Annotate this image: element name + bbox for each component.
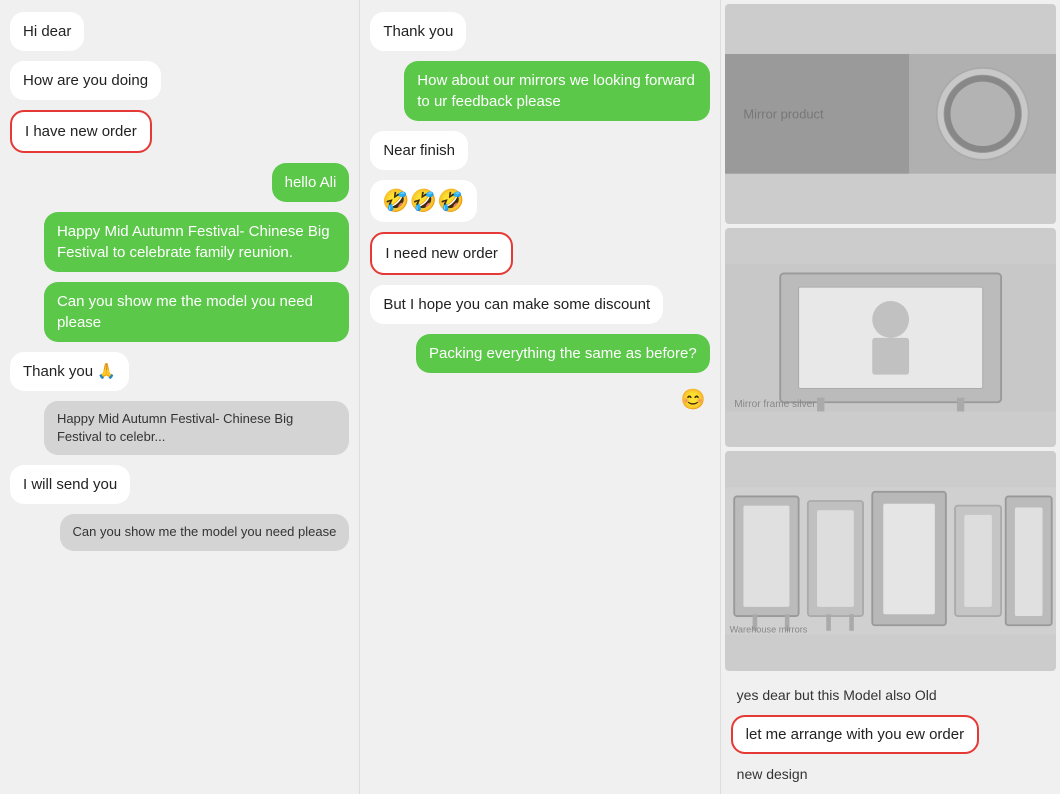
bubble-thank-you: Thank you [370,12,466,51]
text-new-design: new design [731,762,814,786]
msg-emoji-bottom: 😊 [370,383,709,416]
msg-let-me-arrange: let me arrange with you ew order [731,715,1050,754]
bubble-near-finish: Near finish [370,131,468,170]
msg-i-need-new-order: I need new order [370,232,709,275]
bubble-i-will-send: I will send you [10,465,130,504]
msg-how-about-mirrors: How about our mirrors we looking forward… [370,61,709,121]
svg-text:Mirror frame silver: Mirror frame silver [734,399,816,410]
emoji-smile-icon: 😊 [677,383,710,416]
chat-column-2: Thank you How about our mirrors we looki… [360,0,720,794]
bubble-happy-festival: Happy Mid Autumn Festival- Chinese Big F… [44,212,349,272]
bubble-thank-you-pray: Thank you 🙏 [10,352,129,391]
chat-column-1: Hi dear How are you doing I have new ord… [0,0,360,794]
bubble-hello-ali: hello Ali [272,163,350,202]
svg-text:Mirror product: Mirror product [743,106,824,121]
bubble-can-you-show: Can you show me the model you need pleas… [44,282,349,342]
bubble-i-have-new-order: I have new order [10,110,152,153]
bubble-but-hope-discount: But I hope you can make some discount [370,285,663,324]
bubble-i-need-new-order: I need new order [370,232,513,275]
bubble-happy-festival-preview: Happy Mid Autumn Festival- Chinese Big F… [44,401,349,455]
msg-new-design: new design [731,762,1050,786]
chat-column-3: Mirror product Mirror frame silver [721,0,1060,794]
msg-near-finish: Near finish [370,131,709,170]
msg-thank-you-pray: Thank you 🙏 [10,352,349,391]
text-yes-dear-old: yes dear but this Model also Old [731,683,943,707]
msg-packing-same: Packing everything the same as before? [370,334,709,373]
msg-emoji-row: 🤣🤣🤣 [370,180,709,222]
msg-hello-ali: hello Ali [10,163,349,202]
image-section: Mirror product Mirror frame silver [721,0,1060,675]
msg-i-have-new-order: I have new order [10,110,349,153]
bubble-how-are-you: How are you doing [10,61,161,100]
msg-but-hope-discount: But I hope you can make some discount [370,285,709,324]
bubble-let-me-arrange: let me arrange with you ew order [731,715,979,754]
msg-thank-you: Thank you [370,12,709,51]
col3-messages: yes dear but this Model also Old let me … [721,675,1060,794]
mirror-image-3: Warehouse mirrors [725,451,1056,671]
msg-can-you-show-preview: Can you show me the model you need pleas… [10,514,349,550]
bubble-hi-dear: Hi dear [10,12,84,51]
bubble-packing-same: Packing everything the same as before? [416,334,710,373]
mirror-image-2: Mirror frame silver [725,228,1056,448]
msg-i-will-send: I will send you [10,465,349,504]
bubble-can-you-show-preview: Can you show me the model you need pleas… [60,514,350,550]
msg-yes-dear-old: yes dear but this Model also Old [731,683,1050,707]
msg-can-you-show: Can you show me the model you need pleas… [10,282,349,342]
msg-hi-dear: Hi dear [10,12,349,51]
msg-happy-festival-preview: Happy Mid Autumn Festival- Chinese Big F… [10,401,349,455]
msg-happy-festival: Happy Mid Autumn Festival- Chinese Big F… [10,212,349,272]
bubble-how-about-mirrors: How about our mirrors we looking forward… [404,61,709,121]
svg-text:Warehouse mirrors: Warehouse mirrors [729,625,807,635]
mirror-image-1: Mirror product [725,4,1056,224]
emoji-laughing: 🤣🤣🤣 [370,180,476,222]
msg-how-are-you: How are you doing [10,61,349,100]
